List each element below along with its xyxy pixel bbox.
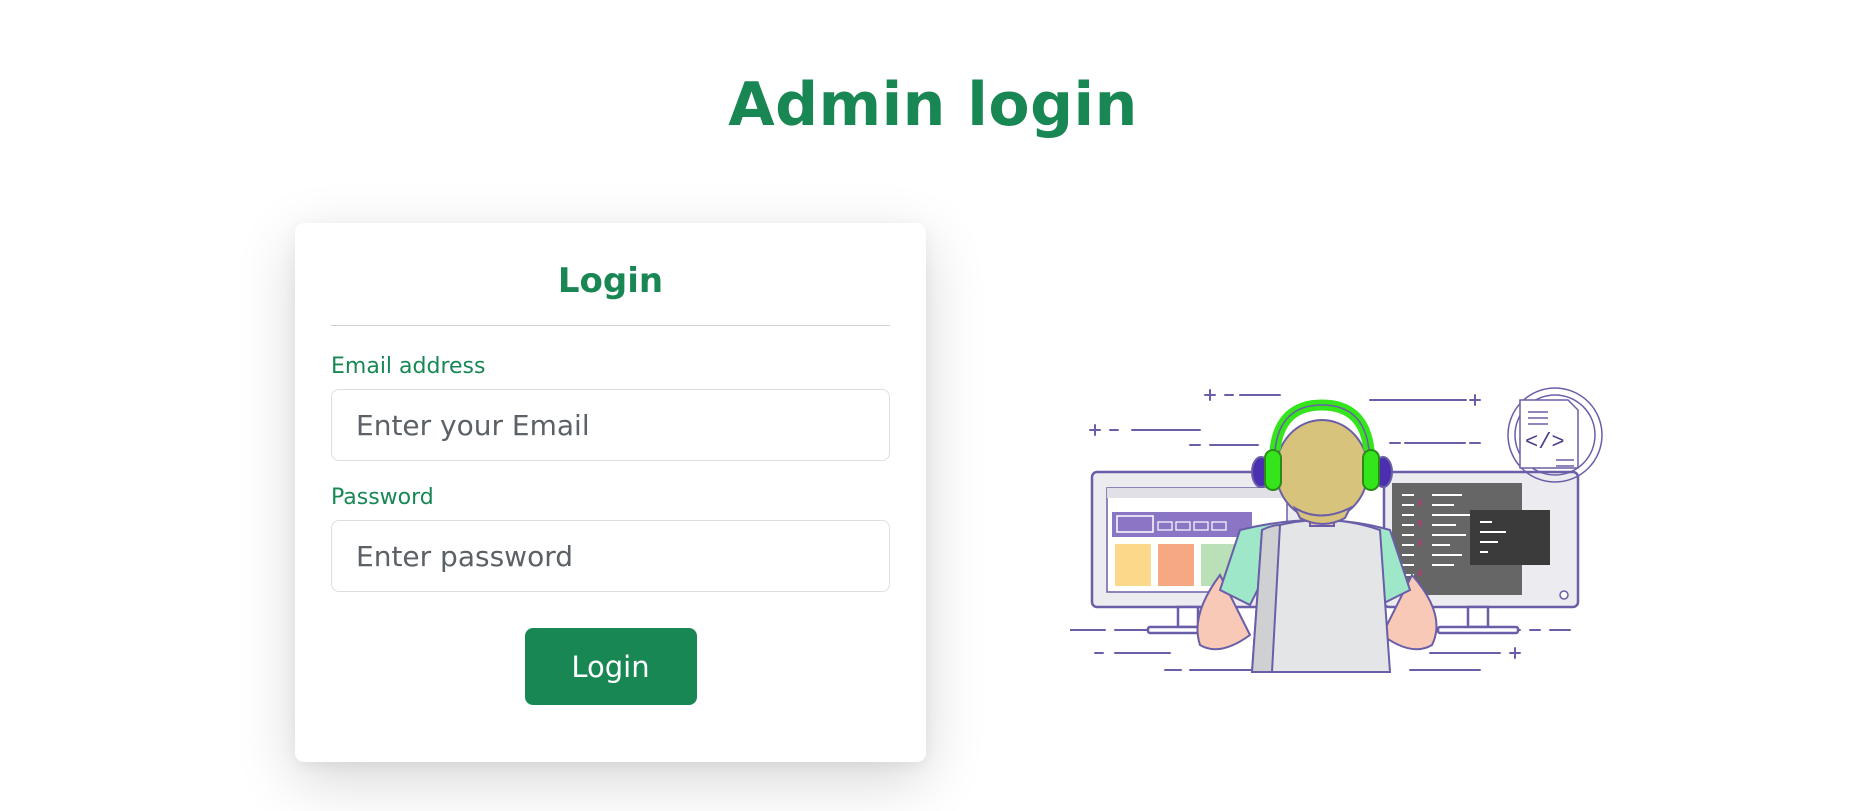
- login-card: Login Email address Password Login: [295, 223, 926, 762]
- developer-illustration: </>: [1064, 380, 1630, 680]
- password-input[interactable]: [331, 520, 890, 592]
- page-title: Admin login: [728, 70, 1138, 140]
- login-button[interactable]: Login: [524, 628, 697, 705]
- card-divider: [331, 325, 890, 326]
- email-label: Email address: [331, 354, 486, 379]
- email-input[interactable]: [331, 389, 890, 461]
- svg-text:</>: </>: [1525, 430, 1565, 455]
- developer-at-monitors-icon: </>: [1064, 387, 1603, 673]
- password-label: Password: [331, 485, 434, 510]
- login-page: Admin login Login Email address Password…: [0, 0, 1866, 811]
- code-document: </>: [1507, 387, 1603, 483]
- card-title: Login: [557, 261, 664, 301]
